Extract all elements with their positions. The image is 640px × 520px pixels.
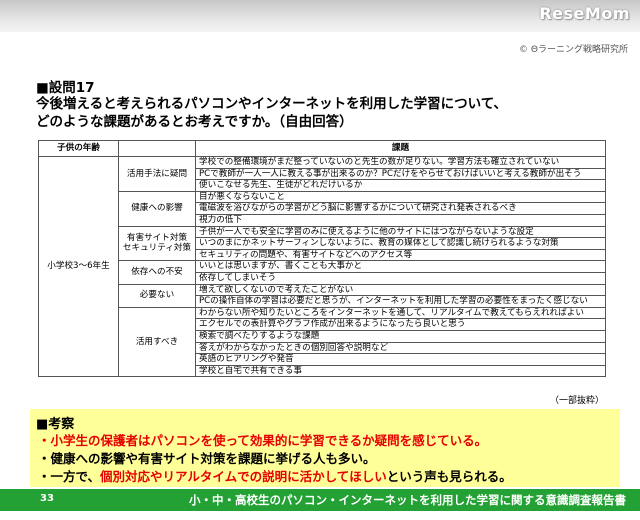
category-label: 活用手法に疑問: [126, 168, 188, 179]
issue-cell: 目が悪くならないこと: [195, 190, 606, 204]
consideration-line-3-suffix: という声も見られる。: [386, 469, 512, 484]
issue-cell: 電磁波を浴びながらの学習がどう脳に影響するかについて研究され発表されるべき: [195, 202, 606, 215]
table-row: 必要ない 増えて欲しくないので考えたことがない: [39, 283, 606, 308]
issue-cell: 使いこなせる先生、生徒がどれだけいるか: [195, 179, 606, 192]
copyright-notice: © Θラーニング戦略研究所: [519, 45, 628, 55]
table-row: 健康への影響 目が悪くならないこと: [39, 190, 606, 227]
table-row: 有害サイト対策 セキュリティ対策 子供が一人でも安全に学習のみに使えるように他のサイ…: [39, 225, 606, 262]
table-header-row: 子供の年齢 課題: [38, 140, 606, 157]
category-label: 活用すべき: [135, 336, 179, 347]
table-row: 依存への不安 いいとは思いますが、書くことも大事かと: [39, 260, 606, 285]
site-logo: ReseMom: [539, 4, 630, 23]
issue-cell: 学校での整備環境がまだ整っていないのと先生の数が足りない。学習方法も確立されてい…: [195, 156, 606, 169]
report-title: 小・中・高校生のパソコン・インターネットを利用した学習に関する意識調査報告書: [189, 493, 626, 507]
survey-table-body: 小学校3～6年生 活用手法に疑問 学校での整備環境がまだ整っていないのと先生の数が足…: [38, 155, 606, 378]
category-label: 必要ない: [139, 290, 175, 301]
issue-cell: いつのまにかネットサーフィンしないように、教育の媒体として認識し続けられるような…: [195, 237, 606, 250]
footer-bar: 33 小・中・高校生のパソコン・インターネットを利用した学習に関する意識調査報告…: [0, 489, 640, 511]
survey-table: 子供の年齢 課題 小学校3～6年生 活用手法に疑問 学校での整備環境がまだ整っていな…: [38, 140, 606, 378]
issue-cell: PCの操作自体の学習は必要だと思うが、インターネットを利用した学習の必要性をまっ…: [195, 295, 606, 308]
consideration-line-1: ・小学生の保護者はパソコンを使って効果的に学習できるか疑問を感じている。: [38, 433, 488, 448]
consideration-line-3: ・一方で、個別対応やリアルタイムでの説明に活かしてほしいという声も見られる。: [38, 466, 512, 485]
issue-cell: 検索で調べたりするような課題: [195, 329, 606, 343]
issue-cell: エクセルでの表計算やグラフ作成が出来るようになったら良いと思う: [195, 318, 606, 331]
category-cell: 健康への影響: [118, 190, 196, 227]
question-text: 今後増えると考えられるパソコンやインターネットを利用した学習について、 どのよう…: [36, 95, 626, 131]
category-label: 健康への影響: [131, 203, 183, 214]
issue-cell: 学校と自宅で共有できる事: [195, 364, 606, 378]
issue-cell: わからない所や知りたいところをインターネットを通して、リアルタイムで教えてもらえ…: [195, 306, 606, 320]
age-group-cell: 小学校3～6年生: [38, 155, 119, 378]
issue-cell: 依存してしまいそう: [195, 271, 606, 285]
header-issue: 課題: [195, 140, 606, 157]
category-label: 依存への不安: [131, 267, 183, 278]
page-number: 33: [40, 493, 54, 504]
issue-cell: 子供が一人でも安全に学習のみに使えるように他のサイトにはつながらないような設定: [195, 225, 606, 239]
question-number: ■設問17: [36, 80, 95, 96]
issue-cell: 増えて欲しくないので考えたことがない: [195, 283, 606, 297]
category-cell: 活用すべき: [118, 306, 196, 378]
consideration-line-3-prefix: ・一方で、: [38, 469, 101, 484]
consideration-line-3-highlight: 個別対応やリアルタイムでの説明に活かしてほしい: [100, 469, 387, 484]
top-banner: ReseMom: [0, 0, 640, 32]
category-cell: 依存への不安: [118, 260, 196, 285]
table-row: 小学校3～6年生 活用手法に疑問 学校での整備環境がまだ整っていないのと先生の数が足…: [38, 155, 606, 378]
issue-cell: 答えがわからなかったときの個別回答や説明など: [195, 341, 606, 355]
issue-cell: 英語のヒアリングや発音: [195, 353, 606, 366]
consideration-box: ■考察 ・小学生の保護者はパソコンを使って効果的に学習できるか疑問を感じている。…: [30, 409, 620, 487]
table-row: 活用すべき わからない所や知りたいところをインターネットを通して、リアルタイムで教…: [39, 306, 606, 378]
issue-cell: セキュリティの問題や、有害サイトなどへのアクセス等: [195, 248, 606, 262]
issue-cell: 視力の低下: [195, 213, 606, 227]
issue-cell: いいとは思いますが、書くことも大事かと: [195, 260, 606, 273]
category-cell: 必要ない: [118, 283, 196, 308]
category-cell: 活用手法に疑問: [118, 156, 196, 192]
category-label: 有害サイト対策: [126, 232, 188, 243]
question-line-1: 今後増えると考えられるパソコンやインターネットを利用した学習について、: [36, 96, 508, 112]
consideration-line-2: ・健康への影響や有害サイト対策を課題に挙げる人も多い。: [38, 451, 376, 466]
issue-cell: PCで教師が一人一人に教える事が出来るのか？PCだけをやらせておけばいいと考える…: [195, 167, 606, 181]
category-label: セキュリティ対策: [122, 243, 192, 254]
header-age: 子供の年齢: [38, 140, 119, 157]
question-line-2: どのような課題があるとお考えですか。（自由回答）: [36, 114, 353, 130]
excerpt-note: （一部抜粋）: [549, 396, 604, 406]
header-category: [118, 140, 196, 157]
category-cell: 有害サイト対策 セキュリティ対策: [118, 225, 196, 262]
